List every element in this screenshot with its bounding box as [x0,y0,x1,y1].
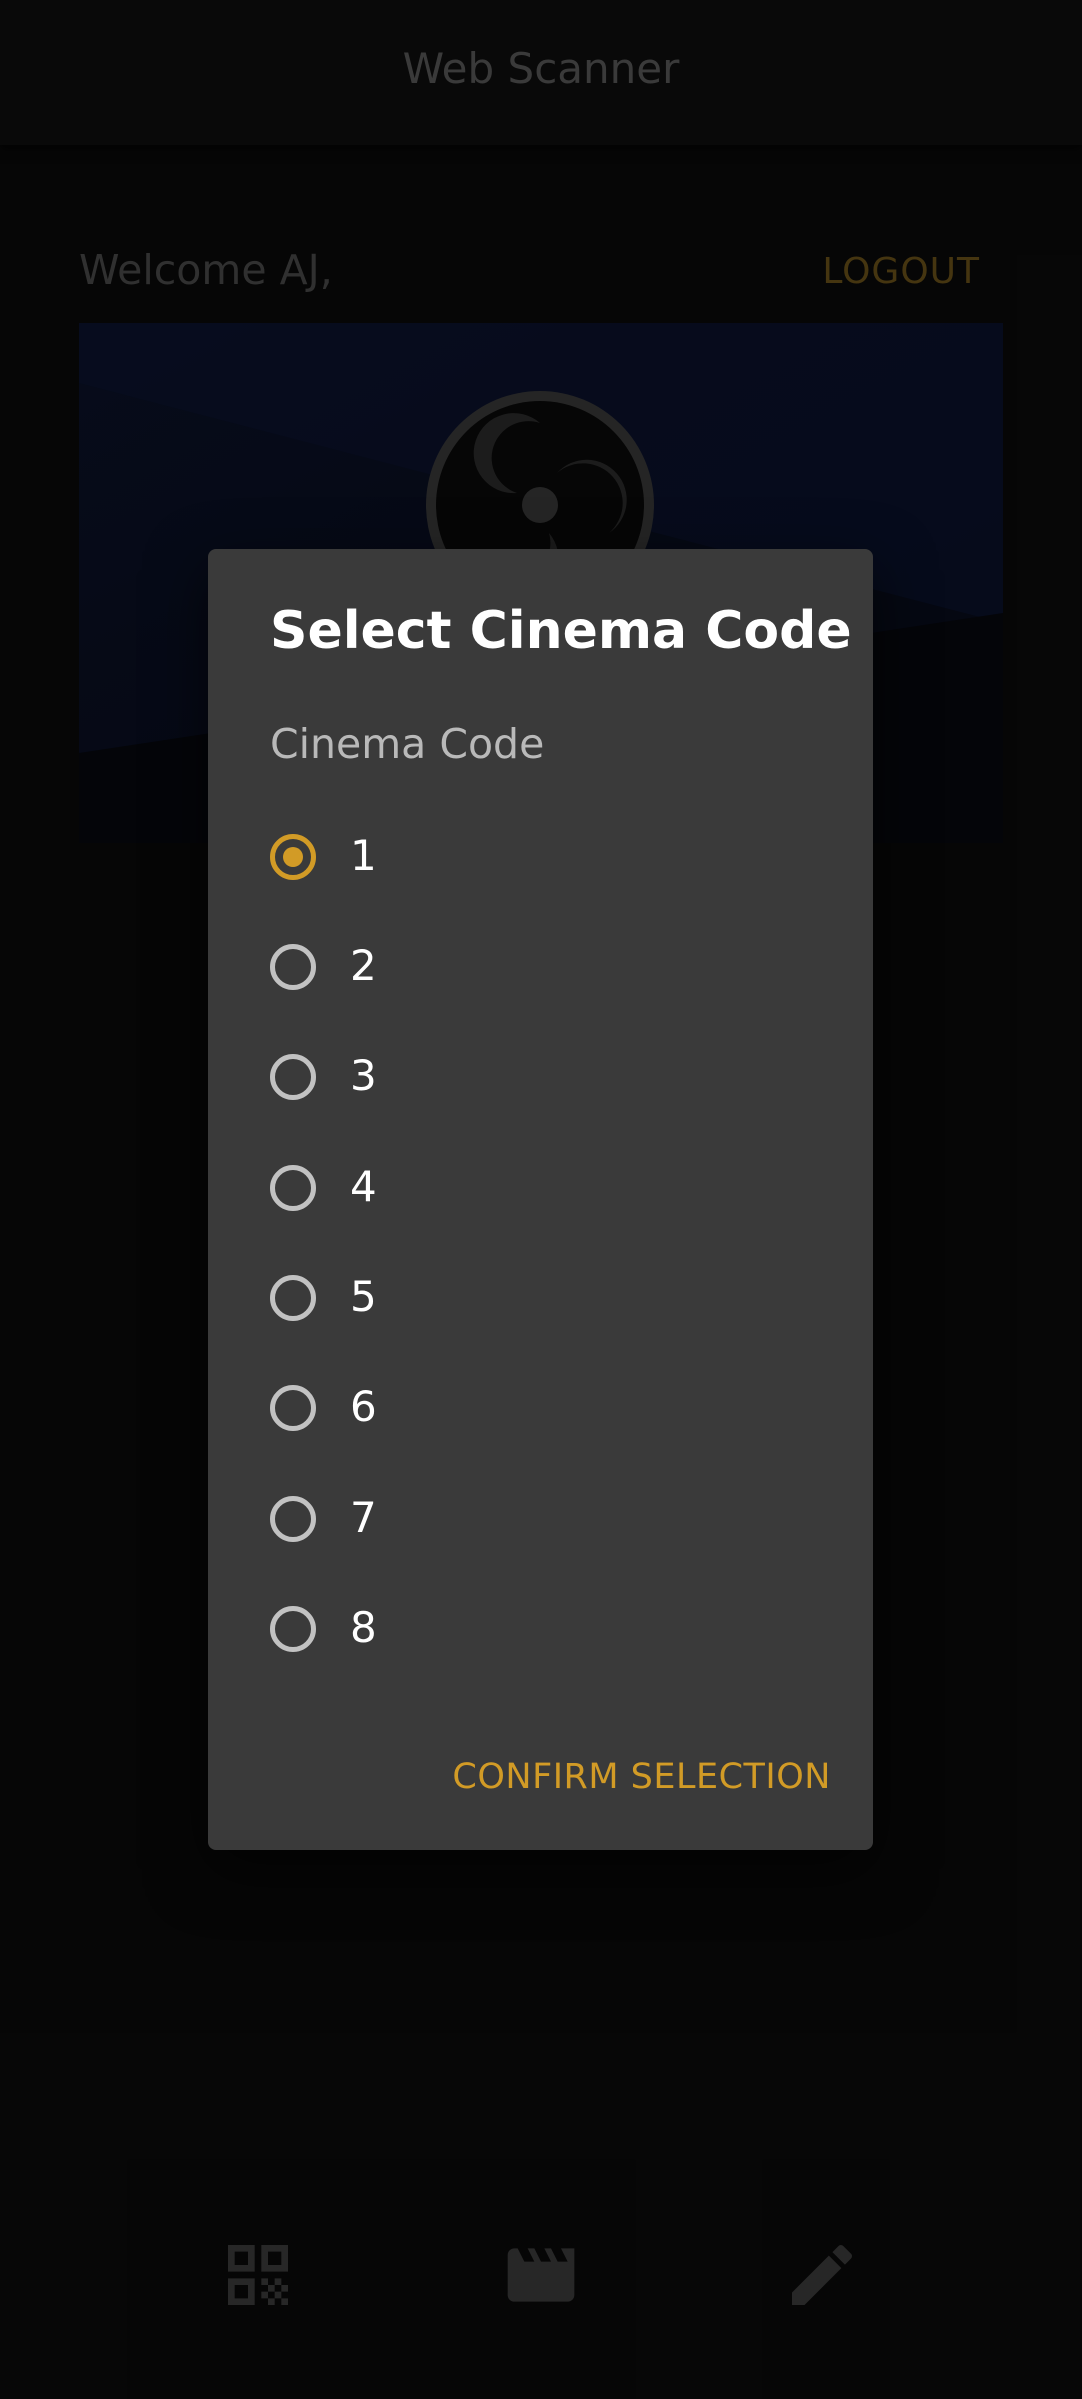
radio-option-6[interactable]: 6 [270,1362,830,1462]
radio-button-selected[interactable] [270,834,316,880]
confirm-selection-button[interactable]: CONFIRM SELECTION [452,1757,831,1797]
radio-option-label: 3 [350,1051,377,1100]
radio-option-label: 8 [350,1603,377,1652]
radio-button[interactable] [270,944,316,990]
app-screen: Web Scanner Welcome AJ, LOGOUT Select Ci… [0,0,1082,2399]
radio-option-1[interactable]: 1 [270,811,830,911]
radio-option-2[interactable]: 2 [270,921,830,1021]
radio-option-label: 2 [350,941,377,990]
radio-button[interactable] [270,1275,316,1321]
radio-option-label: 6 [350,1382,377,1431]
radio-button[interactable] [270,1385,316,1431]
dialog-title: Select Cinema Code [270,601,852,661]
radio-option-label: 7 [350,1493,377,1542]
radio-button[interactable] [270,1165,316,1211]
radio-button[interactable] [270,1496,316,1542]
radio-button[interactable] [270,1054,316,1100]
radio-button[interactable] [270,1606,316,1652]
radio-option-label: 1 [350,831,377,880]
radio-option-4[interactable]: 4 [270,1142,830,1242]
cinema-code-dialog: Select Cinema Code Cinema Code 1 2 3 4 5… [208,549,873,1850]
radio-option-label: 4 [350,1162,377,1211]
radio-option-label: 5 [350,1272,377,1321]
radio-option-7[interactable]: 7 [270,1473,830,1573]
radio-option-8[interactable]: 8 [270,1583,830,1683]
radio-group-label: Cinema Code [270,720,545,768]
radio-option-5[interactable]: 5 [270,1252,830,1352]
radio-option-3[interactable]: 3 [270,1031,830,1131]
